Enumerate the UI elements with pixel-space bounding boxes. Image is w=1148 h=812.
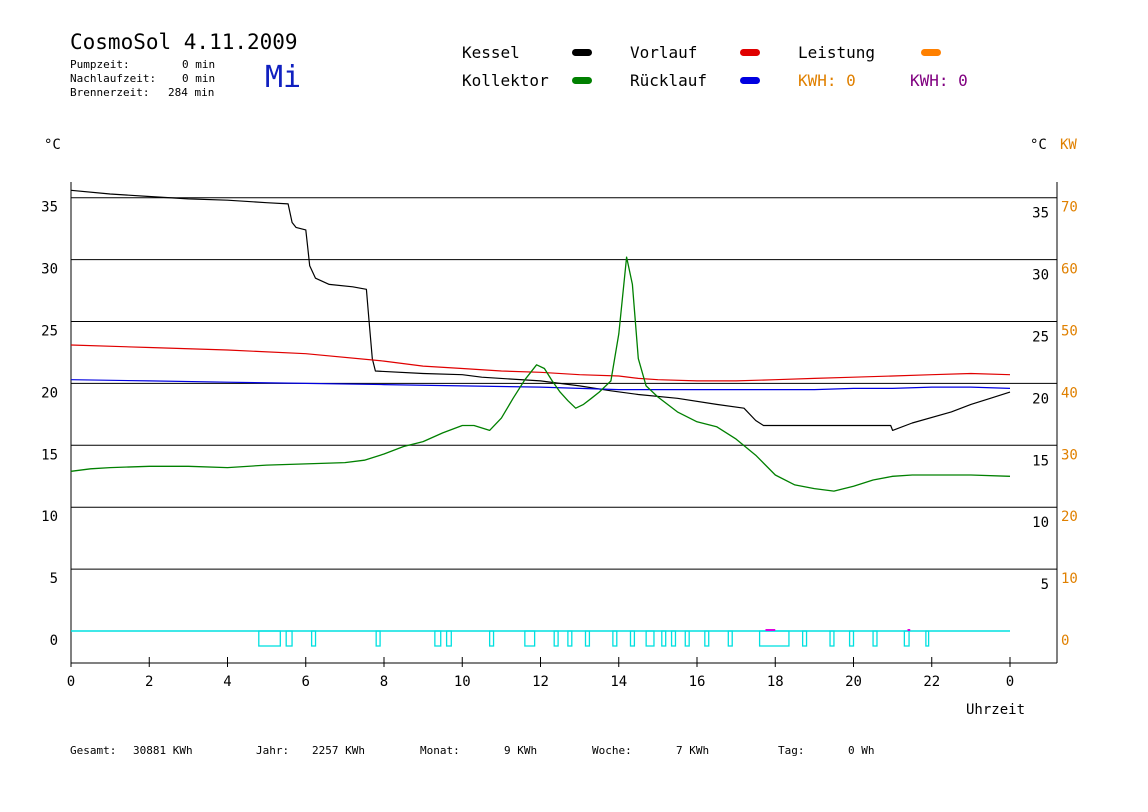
pump-pulse	[488, 630, 495, 647]
pump-pulse	[310, 630, 317, 647]
pump-pulse	[848, 630, 855, 647]
x-tick-label: 18	[767, 674, 784, 690]
footer-gesamt-value: 30881 KWh	[133, 744, 193, 757]
pump-pulse	[903, 630, 910, 647]
pump-pulse	[684, 630, 690, 647]
pump-pulse	[704, 630, 710, 647]
x-tick-label: 0	[67, 674, 75, 690]
pump-pulse	[758, 630, 790, 647]
series-kessel	[70, 189, 1011, 431]
series-vorlauf	[70, 344, 1011, 382]
x-tick-label: 10	[454, 674, 471, 690]
pump-pulse	[445, 630, 452, 647]
pump-pulse	[567, 630, 573, 647]
y-tick-label-right: 15	[1032, 453, 1049, 469]
x-tick-label: 6	[302, 674, 310, 690]
kw-tick-label: 60	[1061, 262, 1078, 278]
footer-tag-value: 0 Wh	[848, 744, 875, 757]
chart-axes	[70, 182, 1058, 664]
x-tick-label: 14	[610, 674, 627, 690]
y-tick-label-right: 30	[1032, 268, 1049, 284]
pump-pulse	[285, 630, 293, 647]
pump-pulse	[434, 630, 442, 647]
kw-tick-label: 50	[1061, 324, 1078, 340]
x-tick-label: 2	[145, 674, 153, 690]
footer-woche-value: 7 KWh	[676, 744, 710, 757]
y-tick-label-right: 10	[1032, 515, 1049, 531]
chart-series	[70, 189, 1011, 492]
footer-woche-label: Woche:	[592, 744, 632, 757]
temperature-chart: 0 2 4 6 8 10 12 14 16 18 20 22 035302520151050353025…	[41, 137, 1078, 718]
kw-tick-label: 30	[1061, 447, 1078, 463]
y-tick-label-left: 30	[41, 262, 58, 278]
footer-gesamt-label: Gesamt:	[70, 744, 117, 757]
pump-pulse	[553, 630, 559, 647]
x-tick-label: 16	[689, 674, 706, 690]
footer-jahr-label: Jahr:	[256, 744, 290, 757]
y-axis-label-right: °C	[1030, 137, 1047, 153]
pump-pulse	[925, 630, 930, 647]
y-tick-label-right: 35	[1032, 206, 1049, 222]
y-tick-label-left: 25	[41, 324, 58, 340]
pump-pulse	[661, 630, 667, 647]
footer-monat-value: 9 KWh	[504, 744, 538, 757]
y-tick-label-left: 0	[50, 633, 58, 649]
kw-tick-label: 10	[1061, 571, 1078, 587]
y-tick-label-right: 5	[1041, 577, 1049, 593]
y-tick-label-left: 10	[41, 509, 58, 525]
x-tick-label: 4	[223, 674, 231, 690]
y-tick-label-left: 15	[41, 447, 58, 463]
kw-tick-label: 20	[1061, 509, 1078, 525]
kw-axis-label: KW	[1060, 137, 1077, 153]
pump-pulse	[375, 630, 381, 647]
pump-pulse	[612, 630, 618, 647]
y-axis-label-left: °C	[44, 137, 61, 153]
pump-pulse	[524, 630, 536, 647]
pump-pulse	[645, 630, 655, 647]
footer-monat-label: Monat:	[420, 744, 460, 757]
y-tick-label-right: 20	[1032, 391, 1049, 407]
pump-pulses	[71, 629, 1010, 647]
pump-pulse	[584, 630, 591, 647]
kw-tick-label: 70	[1061, 200, 1078, 216]
pump-pulse	[727, 630, 733, 647]
y-tick-label-left: 35	[41, 200, 58, 216]
footer-tag-label: Tag:	[778, 744, 805, 757]
y-tick-label-left: 5	[50, 571, 58, 587]
pump-pulse	[258, 630, 281, 647]
footer-jahr-value: 2257 KWh	[312, 744, 365, 757]
pump-pulse	[801, 630, 808, 647]
pump-pulse	[872, 630, 878, 647]
kw-tick-label: 0	[1061, 633, 1069, 649]
y-tick-label-right: 25	[1032, 330, 1049, 346]
pump-pulse	[670, 630, 677, 647]
x-axis-label: Uhrzeit	[966, 702, 1025, 718]
kw-tick-label: 40	[1061, 385, 1078, 401]
pump-pulse	[829, 630, 835, 647]
y-tick-label-left: 20	[41, 385, 58, 401]
pump-pulse	[629, 630, 636, 647]
x-tick-label: 8	[380, 674, 388, 690]
x-tick-label: 22	[923, 674, 940, 690]
series-kollektor	[70, 256, 1011, 492]
x-tick-label: 12	[532, 674, 549, 690]
x-tick-label: 0	[1006, 674, 1014, 690]
x-tick-label: 20	[845, 674, 862, 690]
